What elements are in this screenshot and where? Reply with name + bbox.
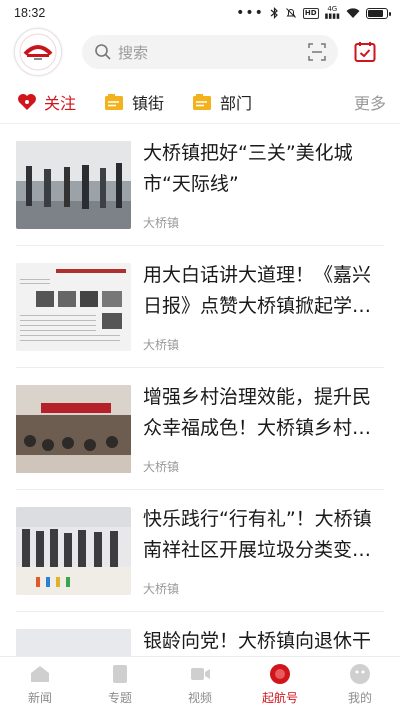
news-item[interactable]: 大桥镇把好“三关”美化城市“天际线” 大桥镇 <box>16 124 384 246</box>
hd-badge: HD <box>302 7 319 19</box>
news-item[interactable]: 快乐践行“行有礼”！大桥镇南祥社区开展垃圾分类变废为… 大桥镇 <box>16 490 384 612</box>
news-title: 快乐践行“行有礼”！大桥镇南祥社区开展垃圾分类变废为… <box>143 508 372 561</box>
network-indicator: 4G ▮▮▮▮ <box>324 5 340 20</box>
channel-label: 镇街 <box>132 93 165 113</box>
tab-video[interactable]: 视频 <box>160 657 240 711</box>
video-icon <box>191 668 210 680</box>
top-header: 搜索 <box>0 26 400 78</box>
news-title: 大桥镇把好“三关”美化城市“天际线” <box>143 142 353 195</box>
channel-bar: 关注 镇街 部门 更多 <box>0 80 400 124</box>
news-source: 大桥镇 <box>143 216 180 230</box>
channels-more-link[interactable]: 更多 <box>354 90 386 114</box>
heart-icon <box>18 93 36 110</box>
news-item[interactable]: 用大白话讲大道理！《嘉兴日报》点赞大桥镇掀起学习宣… 大桥镇 <box>16 246 384 368</box>
bridge-logo-icon <box>19 33 57 71</box>
folder-icon <box>105 93 124 110</box>
news-source: 大桥镇 <box>143 582 180 596</box>
tab-profile[interactable]: 我的 <box>320 657 400 711</box>
news-thumbnail <box>16 385 131 473</box>
search-icon <box>95 44 111 60</box>
news-source: 大桥镇 <box>143 460 180 474</box>
tab-label: 视频 <box>187 691 212 705</box>
status-bar: 18:32 ••• HD 4G ▮▮▮▮ <box>0 0 400 26</box>
network-type: 4G <box>327 5 338 13</box>
folder-icon <box>193 93 212 110</box>
news-title: 银龄向党！大桥镇向退休干部 <box>143 630 372 652</box>
sail-icon <box>270 664 290 684</box>
news-thumbnail <box>16 263 131 351</box>
search-bar[interactable]: 搜索 <box>82 35 338 69</box>
more-dots-icon: ••• <box>236 5 264 21</box>
wifi-icon <box>346 7 360 18</box>
status-time: 18:32 <box>14 6 46 20</box>
news-item[interactable]: 银龄向党！大桥镇向退休干部 <box>16 612 384 656</box>
tab-sail[interactable]: 起航号 <box>240 657 320 711</box>
tab-topics[interactable]: 专题 <box>80 657 160 711</box>
channel-town[interactable]: 镇街 <box>104 90 164 114</box>
channel-label: 部门 <box>220 93 253 113</box>
tab-label: 起航号 <box>261 691 298 705</box>
mute-bell-icon <box>286 8 296 18</box>
news-thumbnail <box>16 141 131 229</box>
tab-label: 我的 <box>347 691 372 705</box>
channel-label: 关注 <box>44 93 77 113</box>
channel-follow[interactable]: 关注 <box>16 90 76 114</box>
bluetooth-icon <box>270 7 278 19</box>
app-logo[interactable] <box>14 28 62 76</box>
profile-icon <box>350 664 370 684</box>
tab-label: 新闻 <box>27 691 52 705</box>
tab-news[interactable]: 新闻 <box>0 657 80 711</box>
topic-icon <box>113 665 127 683</box>
scan-icon[interactable] <box>308 43 326 61</box>
news-item[interactable]: 增强乡村治理效能，提升民众幸福成色！大桥镇乡村治理… 大桥镇 <box>16 368 384 490</box>
news-title: 用大白话讲大道理！《嘉兴日报》点赞大桥镇掀起学习宣… <box>143 264 372 317</box>
home-icon <box>31 666 49 682</box>
bottom-tab-bar: 新闻 专题 视频 起航号 我的 <box>0 656 400 711</box>
battery-icon <box>366 7 391 19</box>
news-source: 大桥镇 <box>143 338 180 352</box>
news-feed: 大桥镇把好“三关”美化城市“天际线” 大桥镇 用大白话讲大道理！《嘉兴日报》点赞… <box>0 124 400 656</box>
status-icons: ••• HD 4G ▮▮▮▮ <box>236 5 391 21</box>
search-input[interactable]: 搜索 <box>118 42 308 63</box>
tab-label: 专题 <box>107 691 132 705</box>
calendar-checkin-icon[interactable] <box>354 41 376 63</box>
news-title: 增强乡村治理效能，提升民众幸福成色！大桥镇乡村治理… <box>143 386 372 439</box>
news-thumbnail <box>16 507 131 595</box>
news-thumbnail <box>16 629 131 656</box>
channel-department[interactable]: 部门 <box>192 90 252 114</box>
